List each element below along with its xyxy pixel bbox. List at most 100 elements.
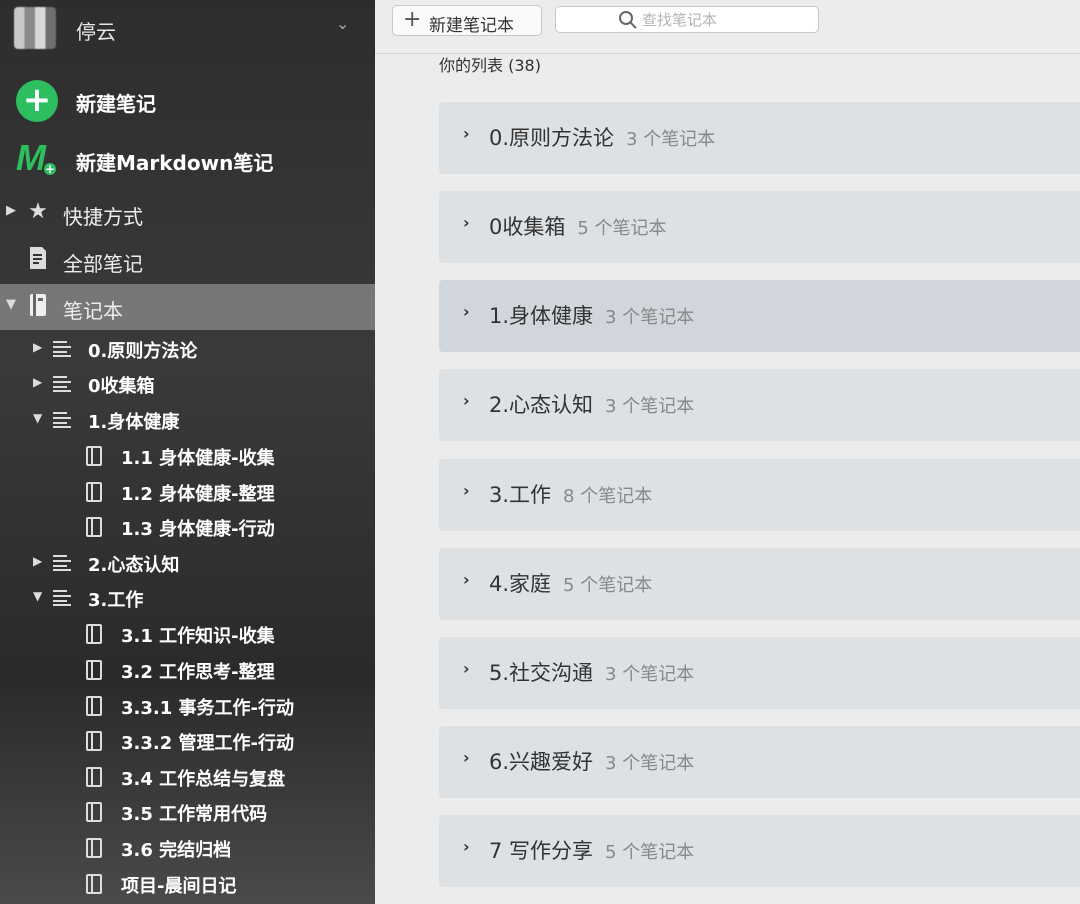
caret-right-icon[interactable]: ▶ bbox=[6, 203, 16, 218]
stack-name: 5.社交沟通 bbox=[489, 661, 594, 685]
chevron-right-icon[interactable]: › bbox=[463, 213, 470, 232]
chevron-right-icon[interactable]: › bbox=[463, 124, 470, 143]
tree-stack-label: 1.身体健康 bbox=[88, 412, 180, 433]
tree-stack-label: 0.原则方法论 bbox=[88, 341, 198, 362]
search-input[interactable] bbox=[642, 9, 812, 31]
stack-count: 3 个笔记本 bbox=[626, 129, 716, 150]
tree-notebook[interactable]: 3.4 工作总结与复盘 bbox=[0, 760, 375, 794]
tree-notebook[interactable]: 项目-晨间日记 bbox=[0, 867, 375, 901]
stack-count: 5 个笔记本 bbox=[577, 218, 667, 239]
notebook-icon bbox=[86, 482, 102, 502]
plus-icon: + bbox=[403, 7, 422, 32]
stack-row[interactable]: › 4.家庭 5 个笔记本 bbox=[439, 548, 1080, 620]
tree-stack[interactable]: ▶ 0.原则方法论 bbox=[0, 332, 375, 366]
tree-notebook-label: 3.4 工作总结与复盘 bbox=[121, 769, 286, 790]
stack-count: 3 个笔记本 bbox=[605, 664, 695, 685]
stack-row[interactable]: › 1.身体健康 3 个笔记本 bbox=[439, 280, 1080, 352]
new-notebook-button[interactable]: + 新建笔记本 bbox=[392, 5, 542, 36]
stack-name: 0.原则方法论 bbox=[489, 126, 615, 150]
notebook-list-panel: + 新建笔记本 你的列表 (38) › 0.原则方法论 3 个笔记本 › 0收集箱… bbox=[375, 0, 1080, 904]
plus-icon: + bbox=[16, 80, 58, 122]
account-switcher[interactable]: 停云 ⌄ bbox=[0, 0, 375, 56]
tree-stack[interactable]: ▼ 3.工作 bbox=[0, 581, 375, 615]
sidebar-item-shortcuts[interactable]: ▶ ★ 快捷方式 bbox=[0, 190, 375, 236]
search-box[interactable] bbox=[555, 6, 819, 33]
tree-stack-label: 2.心态认知 bbox=[88, 555, 180, 576]
notebook-icon bbox=[86, 874, 102, 894]
caret-down-icon[interactable]: ▼ bbox=[33, 411, 42, 425]
stack-row[interactable]: › 6.兴趣爱好 3 个笔记本 bbox=[439, 726, 1080, 798]
sidebar-item-label: 全部笔记 bbox=[63, 252, 143, 276]
stack-name: 2.心态认知 bbox=[489, 393, 594, 417]
tree-notebook[interactable]: 3.5 工作常用代码 bbox=[0, 795, 375, 829]
markdown-icon: M + bbox=[16, 137, 60, 181]
stack-name: 6.兴趣爱好 bbox=[489, 750, 594, 774]
account-name: 停云 bbox=[76, 20, 116, 44]
tree-stack[interactable]: ▶ 2.心态认知 bbox=[0, 546, 375, 580]
chevron-right-icon[interactable]: › bbox=[463, 659, 470, 678]
stack-icon bbox=[53, 590, 71, 606]
new-notebook-label: 新建笔记本 bbox=[429, 16, 514, 36]
tree-notebook[interactable]: 3.6 完结归档 bbox=[0, 831, 375, 865]
stack-row[interactable]: › 7 写作分享 5 个笔记本 bbox=[439, 815, 1080, 887]
stack-name: 4.家庭 bbox=[489, 572, 552, 596]
notebook-icon bbox=[86, 696, 102, 716]
tree-stack[interactable]: ▼ 1.身体健康 bbox=[0, 403, 375, 437]
chevron-right-icon[interactable]: › bbox=[463, 481, 470, 500]
tree-notebook-label: 3.6 完结归档 bbox=[121, 840, 232, 861]
notebook-icon bbox=[86, 767, 102, 787]
tree-stack[interactable]: ▶ 0收集箱 bbox=[0, 367, 375, 401]
stack-row[interactable]: › 0收集箱 5 个笔记本 bbox=[439, 191, 1080, 263]
sidebar-item-notebooks[interactable]: ▼ 笔记本 bbox=[0, 284, 375, 330]
tree-notebook[interactable]: 3.2 工作思考-整理 bbox=[0, 653, 375, 687]
stack-row[interactable]: › 2.心态认知 3 个笔记本 bbox=[439, 369, 1080, 441]
tree-notebook[interactable]: 3.1 工作知识-收集 bbox=[0, 617, 375, 651]
stack-count: 5 个笔记本 bbox=[605, 842, 695, 863]
notebook-icon bbox=[86, 517, 102, 537]
new-note-label: 新建笔记 bbox=[76, 92, 156, 116]
sidebar-item-label: 快捷方式 bbox=[63, 205, 143, 229]
sidebar: 停云 ⌄ + 新建笔记 M + 新建Markdown笔记 ▶ ★ 快捷方式 全部… bbox=[0, 0, 375, 904]
sidebar-item-all-notes[interactable]: 全部笔记 bbox=[0, 237, 375, 283]
tree-stack-label: 0收集箱 bbox=[88, 376, 155, 397]
stack-count: 3 个笔记本 bbox=[605, 396, 695, 417]
stack-count: 5 个笔记本 bbox=[563, 575, 653, 596]
stack-row[interactable]: › 5.社交沟通 3 个笔记本 bbox=[439, 637, 1080, 709]
chevron-right-icon[interactable]: › bbox=[463, 391, 470, 410]
stack-count: 8 个笔记本 bbox=[563, 486, 653, 507]
tree-notebook[interactable]: 3.3.2 管理工作-行动 bbox=[0, 724, 375, 758]
notebook-icon bbox=[86, 731, 102, 751]
tree-notebook[interactable]: 3.3.1 事务工作-行动 bbox=[0, 689, 375, 723]
chevron-right-icon[interactable]: › bbox=[463, 570, 470, 589]
tree-notebook-label: 1.1 身体健康-收集 bbox=[121, 448, 275, 469]
tree-notebook-label: 1.2 身体健康-整理 bbox=[121, 484, 275, 505]
stack-name: 7 写作分享 bbox=[489, 839, 594, 863]
tree-notebook-label: 3.2 工作思考-整理 bbox=[121, 662, 275, 683]
stack-row[interactable]: › 0.原则方法论 3 个笔记本 bbox=[439, 102, 1080, 174]
new-markdown-note-button[interactable]: M + 新建Markdown笔记 bbox=[0, 135, 375, 183]
tree-notebook[interactable]: 1.2 身体健康-整理 bbox=[0, 475, 375, 509]
search-icon bbox=[619, 11, 637, 29]
tree-notebook[interactable]: 1.3 身体健康-行动 bbox=[0, 510, 375, 544]
caret-right-icon[interactable]: ▶ bbox=[33, 375, 42, 389]
star-icon: ★ bbox=[28, 199, 48, 224]
caret-right-icon[interactable]: ▶ bbox=[33, 340, 42, 354]
tree-notebook-label: 3.3.2 管理工作-行动 bbox=[121, 733, 294, 754]
chevron-right-icon[interactable]: › bbox=[463, 837, 470, 856]
caret-down-icon[interactable]: ▼ bbox=[6, 297, 16, 312]
chevron-right-icon[interactable]: › bbox=[463, 748, 470, 767]
new-note-button[interactable]: + 新建笔记 bbox=[0, 76, 375, 124]
caret-right-icon[interactable]: ▶ bbox=[33, 554, 42, 568]
stack-count: 3 个笔记本 bbox=[605, 307, 695, 328]
notebook-icon bbox=[26, 293, 50, 319]
tree-notebook-label: 3.5 工作常用代码 bbox=[121, 804, 268, 825]
tree-stack-label: 3.工作 bbox=[88, 590, 144, 611]
tree-notebook[interactable]: 1.1 身体健康-收集 bbox=[0, 439, 375, 473]
tree-notebook-label: 3.1 工作知识-收集 bbox=[121, 626, 275, 647]
caret-down-icon[interactable]: ▼ bbox=[33, 589, 42, 603]
stack-row[interactable]: › 3.工作 8 个笔记本 bbox=[439, 459, 1080, 531]
sidebar-item-label: 笔记本 bbox=[63, 299, 123, 323]
chevron-right-icon[interactable]: › bbox=[463, 302, 470, 321]
list-title: 你的列表 (38) bbox=[439, 56, 541, 75]
chevron-down-icon[interactable]: ⌄ bbox=[336, 14, 349, 33]
